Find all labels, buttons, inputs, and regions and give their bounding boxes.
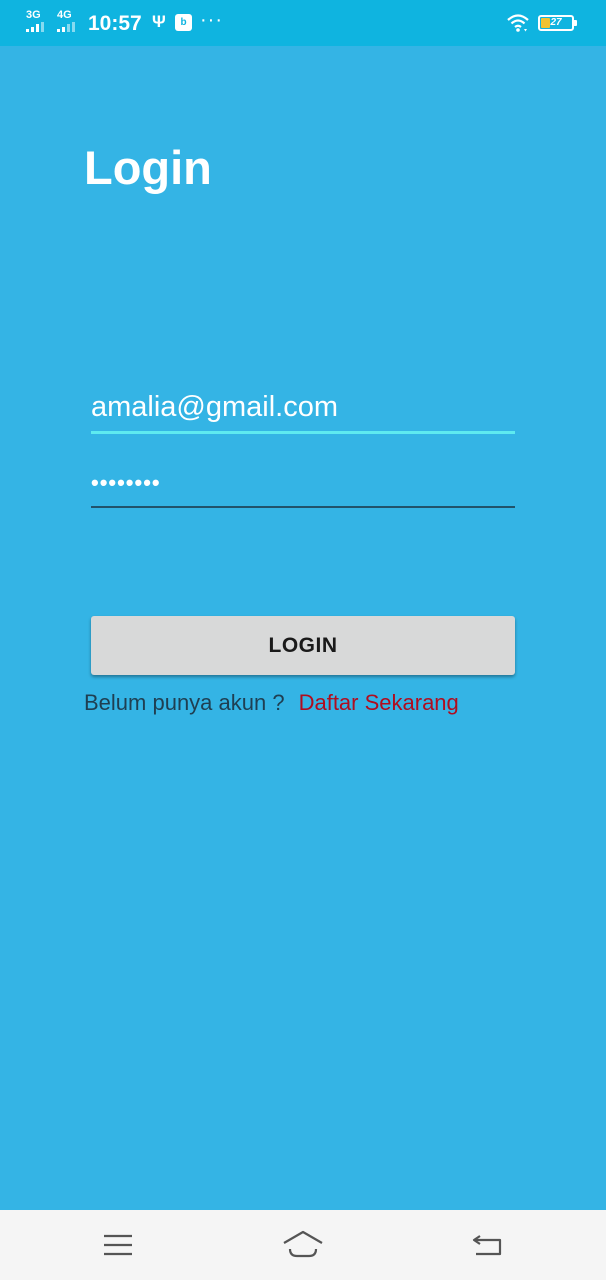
back-button[interactable] [466, 1228, 510, 1262]
signal-4g: 4G [57, 9, 75, 32]
signal-4g-label: 4G [57, 9, 72, 21]
home-button[interactable] [281, 1228, 325, 1262]
signup-row: Belum punya akun ? Daftar Sekarang [84, 690, 459, 716]
login-button[interactable]: LOGIN [91, 616, 515, 675]
battery-icon: 27 [538, 15, 577, 31]
email-field[interactable]: amalia@gmail.com [91, 388, 515, 434]
signal-bars-icon [57, 22, 77, 32]
signup-link[interactable]: Daftar Sekarang [299, 690, 459, 715]
home-icon [283, 1230, 323, 1258]
status-bar: 3G 4G 10:57 Ψ b ··· 27 [0, 0, 606, 46]
back-icon [472, 1235, 502, 1256]
email-value: amalia@gmail.com [91, 391, 339, 423]
navigation-bar [0, 1210, 606, 1280]
battery-level: 27 [550, 17, 562, 28]
usb-icon: Ψ [152, 12, 166, 31]
signal-bars-icon [26, 22, 46, 32]
signal-3g-label: 3G [26, 9, 41, 21]
wifi-icon [507, 14, 529, 32]
signup-question: Belum punya akun ? [84, 690, 285, 715]
menu-icon [104, 1234, 132, 1256]
more-notifications-icon: ··· [200, 9, 223, 31]
page-title: Login [84, 141, 212, 194]
password-value: •••••••• [91, 470, 161, 495]
app-notification-icon: b [175, 14, 192, 31]
status-time: 10:57 [88, 12, 142, 35]
menu-button[interactable] [96, 1228, 140, 1262]
password-field[interactable]: •••••••• [91, 466, 515, 508]
signal-3g: 3G [26, 9, 44, 32]
